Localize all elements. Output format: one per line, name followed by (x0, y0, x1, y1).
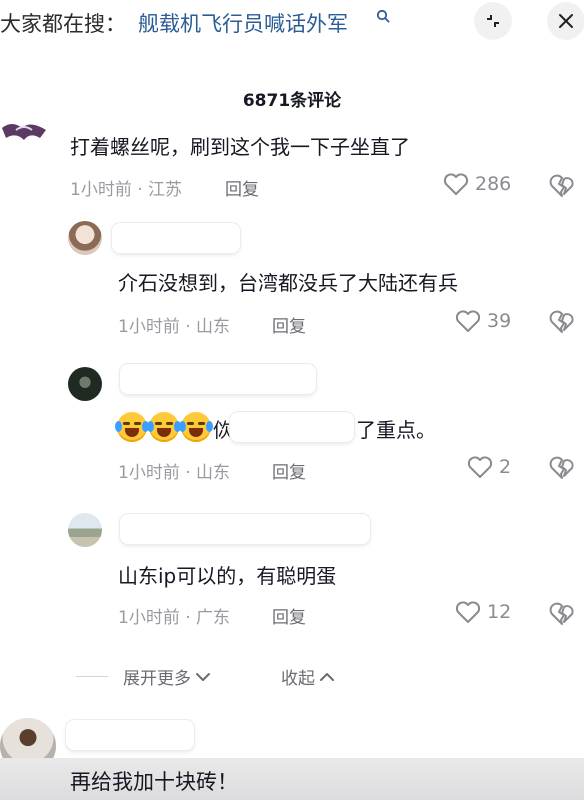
heart-icon (455, 601, 481, 623)
redacted-username (66, 720, 194, 750)
laughing-emoji-icon (115, 412, 149, 442)
laughing-emoji-icon (147, 412, 181, 442)
trending-search-link[interactable]: 舰载机飞行员喊话外军 (138, 8, 348, 38)
top-bar: 大家都在搜： 舰载机飞行员喊话外军 (0, 0, 584, 46)
reply-text: 介石没想到，台湾都没兵了大陆还有兵 (118, 271, 458, 295)
like-count: 2 (499, 456, 512, 478)
reply-button[interactable]: 回复 (272, 603, 306, 628)
like-count: 39 (487, 310, 512, 332)
reply-button[interactable]: 回复 (225, 175, 259, 200)
reply-meta: 1小时前 · 山东 (118, 317, 231, 337)
like-button[interactable]: 12 (455, 600, 511, 624)
close-button[interactable] (547, 2, 584, 40)
avatar[interactable] (68, 221, 102, 255)
reply-meta: 1小时前 · 山东 (118, 463, 231, 483)
like-count: 12 (487, 601, 512, 623)
chevron-down-icon (196, 672, 210, 681)
comment-count-title: 6871条评论 (242, 91, 342, 111)
reply-button[interactable]: 回复 (272, 312, 306, 337)
laughing-emoji-icon (179, 412, 213, 442)
avatar[interactable] (68, 367, 102, 401)
broken-heart-icon[interactable] (548, 309, 576, 335)
reply-text: 山东ip可以的，有聪明蛋 (118, 564, 337, 588)
redacted-username (120, 514, 370, 544)
redacted-text (230, 412, 354, 442)
broken-heart-icon[interactable] (548, 601, 576, 627)
expand-more-label: 展开更多 (123, 669, 191, 689)
like-button[interactable]: 286 (443, 172, 511, 196)
broken-heart-icon[interactable] (548, 173, 576, 199)
bottom-comment-text: 再给我加十块砖！ (70, 770, 238, 794)
close-icon (559, 14, 573, 28)
comment-text: 打着螺丝呢，刷到这个我一下子坐直了 (70, 135, 410, 159)
reply-button[interactable]: 回复 (272, 458, 306, 483)
avatar[interactable] (68, 513, 102, 547)
reply-text-end: 了重点。 (356, 418, 436, 442)
expand-more-button[interactable]: 展开更多 (123, 664, 211, 689)
reply-meta: 1小时前 · 广东 (118, 608, 231, 628)
redacted-username (112, 223, 240, 253)
heart-icon (455, 310, 481, 332)
redacted-username (120, 364, 316, 394)
heart-icon (467, 456, 493, 478)
chevron-up-icon (320, 672, 334, 681)
collapse-button[interactable] (474, 2, 512, 40)
broken-heart-icon[interactable] (548, 455, 576, 481)
comment-meta: 1小时前 · 江苏 (70, 180, 183, 200)
like-count: 286 (475, 173, 512, 195)
collapse-label: 收起 (281, 669, 315, 689)
collapse-icon (487, 15, 499, 27)
thread-divider (76, 676, 108, 677)
heart-icon (443, 173, 469, 195)
collapse-replies-button[interactable]: 收起 (281, 664, 335, 689)
search-prefix-label: 大家都在搜： (0, 12, 126, 36)
like-button[interactable]: 2 (467, 455, 511, 479)
like-button[interactable]: 39 (455, 309, 511, 333)
search-icon[interactable] (376, 9, 390, 23)
avatar[interactable] (0, 118, 48, 146)
